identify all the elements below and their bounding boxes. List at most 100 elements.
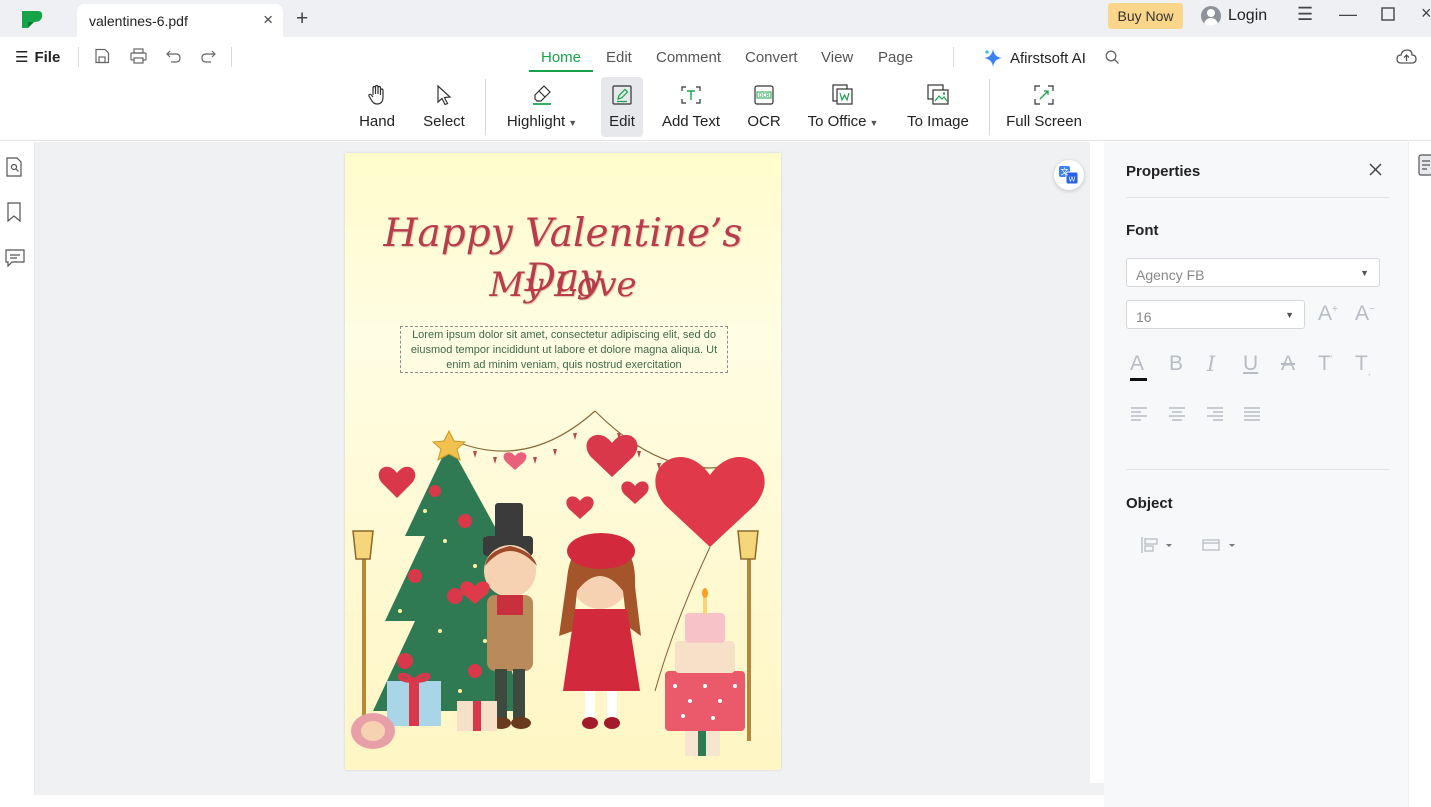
object-section-title: Object — [1126, 495, 1173, 512]
translate-button[interactable]: 文W — [1054, 160, 1084, 190]
undo-icon[interactable] — [165, 48, 182, 69]
headline-line-2[interactable]: My Love — [345, 265, 781, 305]
right-sidebar — [1408, 142, 1431, 807]
caret-down-icon[interactable]: ▼ — [870, 118, 879, 128]
tab-convert[interactable]: Convert — [745, 49, 798, 66]
divider — [485, 79, 486, 135]
edit-tool-button[interactable]: Edit — [601, 77, 643, 137]
print-icon[interactable] — [130, 48, 147, 69]
title-bar: valentines-6.pdf × + Buy Now Login ☰ — × — [0, 0, 1431, 37]
properties-panel: Properties Font Agency FB ▼ 16 ▼ A+ A− A… — [1104, 142, 1408, 807]
full-screen-icon — [1034, 85, 1054, 105]
document-tab[interactable]: valentines-6.pdf × — [77, 4, 283, 37]
sparkle-icon — [984, 49, 1002, 67]
divider — [953, 47, 954, 67]
editable-text-box[interactable]: Lorem ipsum dolor sit amet, consectetur … — [400, 326, 728, 373]
caret-down-icon: ▼ — [1285, 310, 1294, 320]
to-office-label: To Office — [807, 113, 867, 130]
font-family-dropdown[interactable]: Agency FB ▼ — [1126, 258, 1380, 287]
ocr-button[interactable]: OCR OCR — [744, 77, 784, 137]
align-right-icon[interactable] — [1206, 404, 1224, 428]
redo-icon[interactable] — [200, 48, 217, 69]
close-panel-icon[interactable] — [1368, 162, 1383, 182]
close-window-icon[interactable]: × — [1421, 3, 1431, 24]
full-screen-button[interactable]: Full Screen — [1006, 77, 1082, 137]
superscript-icon[interactable]: T' — [1318, 352, 1333, 376]
left-sidebar — [0, 142, 35, 807]
tab-page[interactable]: Page — [878, 49, 913, 66]
justify-icon[interactable] — [1243, 404, 1261, 428]
hand-icon — [368, 84, 384, 105]
document-tab-title: valentines-6.pdf — [89, 13, 188, 29]
add-text-label: Add Text — [661, 113, 721, 130]
minimize-icon[interactable]: — — [1339, 4, 1357, 25]
edit-document-icon — [612, 85, 632, 105]
ai-label: Afirstsoft AI — [1010, 49, 1086, 67]
font-color-icon[interactable]: A — [1130, 352, 1147, 381]
font-size-dropdown[interactable]: 16 ▼ — [1126, 300, 1305, 329]
select-tool-button[interactable]: Select — [420, 77, 468, 137]
menu-icon[interactable]: ☰ — [1297, 4, 1313, 25]
cloud-upload-icon[interactable] — [1396, 48, 1417, 70]
bold-icon[interactable]: B — [1169, 352, 1183, 376]
caret-down-icon[interactable]: ▼ — [568, 118, 577, 128]
ocr-label: OCR — [747, 113, 781, 130]
user-avatar-icon — [1201, 6, 1221, 26]
to-image-label: To Image — [907, 113, 969, 130]
new-tab-icon[interactable]: + — [296, 7, 308, 31]
buy-now-button[interactable]: Buy Now — [1108, 3, 1183, 29]
document-canvas[interactable]: Happy Valentine’s Day My Love Lorem ipsu… — [35, 142, 1090, 795]
file-label: File — [34, 48, 61, 66]
align-left-icon[interactable] — [1130, 404, 1148, 428]
tab-view[interactable]: View — [821, 49, 853, 66]
edit-label: Edit — [609, 113, 635, 130]
to-office-button[interactable]: To Office ▼ — [804, 77, 882, 137]
font-section-title: Font — [1126, 222, 1159, 239]
valentine-couple-illustration — [351, 410, 765, 756]
menu-row: ☰ File Home Edit Comment Convert View Pa… — [0, 37, 1431, 77]
login-button[interactable]: Login — [1201, 5, 1267, 27]
hand-tool-button[interactable]: Hand — [353, 77, 401, 137]
highlight-tool-button[interactable]: Highlight ▼ — [502, 77, 582, 137]
ai-assistant-button[interactable]: Afirstsoft AI — [983, 48, 1086, 68]
maximize-icon[interactable] — [1381, 5, 1395, 26]
align-center-icon[interactable] — [1168, 404, 1186, 428]
add-text-icon — [681, 86, 701, 104]
bookmark-icon[interactable] — [5, 202, 23, 227]
font-family-value: Agency FB — [1136, 267, 1205, 283]
properties-panel-icon[interactable] — [1418, 154, 1431, 181]
svg-text:OCR: OCR — [759, 93, 770, 99]
vertical-scrollbar[interactable] — [1090, 142, 1104, 787]
tab-edit[interactable]: Edit — [606, 49, 632, 66]
highlight-label: Highlight — [506, 113, 566, 130]
align-objects-icon[interactable] — [1140, 536, 1174, 557]
increase-font-size-icon[interactable]: A+ — [1318, 302, 1338, 326]
to-image-button[interactable]: To Image — [904, 77, 972, 137]
strikethrough-icon[interactable]: A — [1281, 352, 1295, 376]
app-logo — [20, 9, 44, 34]
add-text-button[interactable]: Add Text — [659, 77, 723, 137]
select-label: Select — [423, 113, 465, 130]
properties-title: Properties — [1126, 163, 1201, 180]
underline-icon[interactable]: U — [1243, 352, 1258, 376]
arrange-objects-icon[interactable] — [1201, 536, 1237, 557]
file-menu[interactable]: ☰ File — [15, 48, 61, 67]
tab-home[interactable]: Home — [541, 49, 581, 66]
to-image-icon — [927, 84, 949, 105]
svg-text:文: 文 — [1061, 167, 1069, 177]
scrollbar-track — [1090, 783, 1104, 795]
tab-comment[interactable]: Comment — [656, 49, 721, 66]
divider — [989, 79, 990, 135]
svg-text:W: W — [1069, 176, 1076, 184]
highlighter-icon — [533, 85, 551, 105]
search-icon[interactable] — [1105, 50, 1120, 70]
save-icon[interactable] — [94, 48, 110, 69]
thumbnail-icon[interactable] — [5, 157, 23, 182]
italic-icon[interactable]: I — [1207, 352, 1215, 376]
decrease-font-size-icon[interactable]: A− — [1355, 302, 1375, 326]
close-tab-icon[interactable]: × — [263, 10, 273, 30]
pdf-page[interactable]: Happy Valentine’s Day My Love Lorem ipsu… — [345, 153, 781, 770]
divider — [231, 47, 232, 67]
subscript-icon[interactable]: T, — [1355, 352, 1370, 377]
comments-icon[interactable] — [5, 249, 25, 272]
